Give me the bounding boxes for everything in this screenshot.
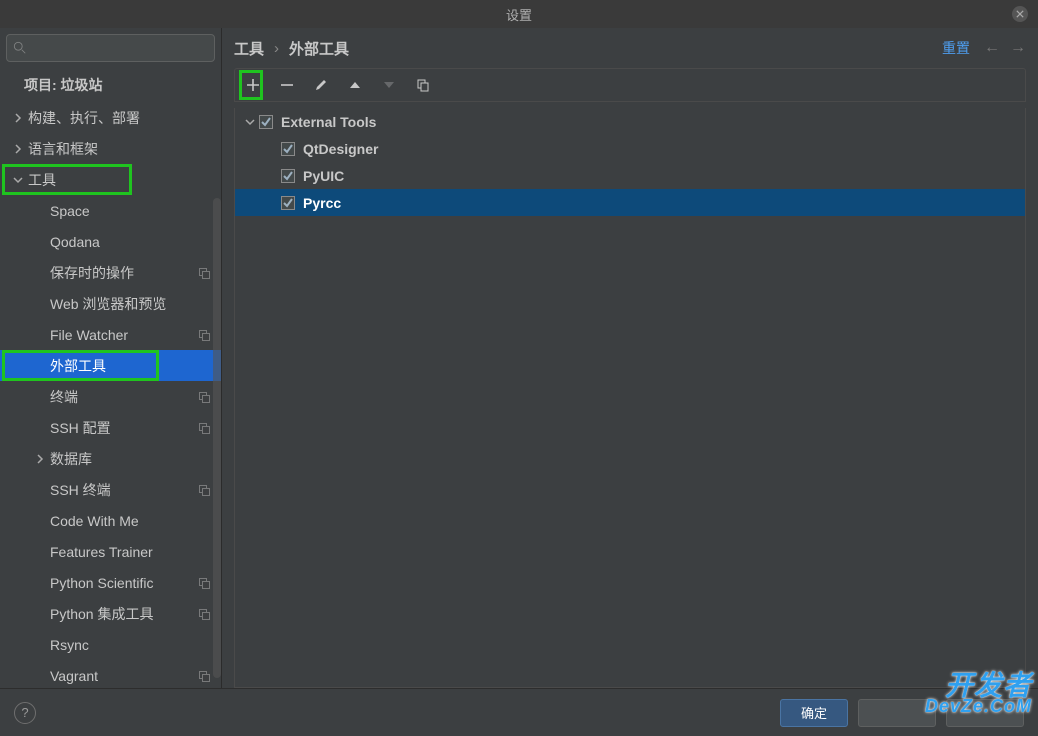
copy-button[interactable] [415,77,431,93]
sidebar-item-label: File Watcher [50,327,221,343]
settings-nav: 项目: 垃圾站 构建、执行、部署语言和框架工具 Space Qodana 保存时的操作… [0,68,221,688]
pencil-icon [314,78,328,92]
tree-item[interactable]: QtDesigner [235,135,1025,162]
move-down-button[interactable] [381,77,397,93]
external-tools-tree: External Tools QtDesigner PyUIC Pyrcc [234,108,1026,688]
project-header: 项目: 垃圾站 [0,68,221,102]
chevron-down-icon [382,78,396,92]
sidebar-item[interactable]: 终端 [0,381,221,412]
item-checkbox[interactable] [281,196,295,210]
project-scope-icon [199,578,209,588]
tree-item[interactable]: PyUIC [235,162,1025,189]
remove-button[interactable] [279,77,295,93]
sidebar-item[interactable]: 语言和框架 [0,133,221,164]
sidebar-item[interactable]: Vagrant [0,660,221,688]
sidebar-item-label: 外部工具 [50,356,221,376]
reset-link[interactable]: 重置 [942,38,970,58]
back-icon[interactable]: ← [984,39,1000,57]
sidebar-item-label: Qodana [50,234,221,250]
chevron-up-icon [348,78,362,92]
copy-icon [416,78,430,92]
chevron-right-icon[interactable] [8,144,28,154]
sidebar-item-label: 终端 [50,387,221,407]
breadcrumb-leaf: 外部工具 [289,38,349,59]
breadcrumb-sep: › [274,40,279,57]
sidebar-item[interactable]: 工具 [0,164,221,195]
project-scope-icon [199,485,209,495]
settings-sidebar: 项目: 垃圾站 构建、执行、部署语言和框架工具 Space Qodana 保存时的操作… [0,28,222,688]
sidebar-item-label: 保存时的操作 [50,263,221,283]
sidebar-item-label: 构建、执行、部署 [28,108,221,128]
tree-item-label: Pyrcc [303,195,341,211]
sidebar-item[interactable]: 数据库 [0,443,221,474]
breadcrumb: 工具 › 外部工具 [234,38,349,59]
sidebar-item[interactable]: SSH 终端 [0,474,221,505]
sidebar-item-label: 数据库 [50,449,221,469]
sidebar-item[interactable]: SSH 配置 [0,412,221,443]
settings-main: 工具 › 外部工具 重置 ← → [222,28,1038,688]
sidebar-item-label: 工具 [28,170,221,190]
sidebar-item-label: SSH 配置 [50,418,221,438]
sidebar-item[interactable]: Python Scientific [0,567,221,598]
tree-item-label: QtDesigner [303,141,378,157]
minus-icon [280,78,294,92]
project-scope-icon [199,423,209,433]
sidebar-item-label: 语言和框架 [28,139,221,159]
chevron-right-icon[interactable] [30,454,50,464]
title-bar: 设置 [0,0,1038,28]
edit-button[interactable] [313,77,329,93]
move-up-button[interactable] [347,77,363,93]
project-scope-icon [199,268,209,278]
sidebar-item[interactable]: 外部工具 [0,350,221,381]
sidebar-item[interactable]: 构建、执行、部署 [0,102,221,133]
tree-group-row[interactable]: External Tools [235,108,1025,135]
chevron-right-icon[interactable] [8,113,28,123]
sidebar-item[interactable]: Space [0,195,221,226]
close-icon[interactable] [1012,6,1028,22]
sidebar-item-label: Features Trainer [50,544,221,560]
nav-scrollbar[interactable] [213,198,221,678]
project-label: 项目: 垃圾站 [24,75,103,95]
chevron-down-icon[interactable] [8,175,28,185]
add-button[interactable] [245,77,261,93]
forward-icon[interactable]: → [1010,39,1026,57]
tree-group-label: External Tools [281,114,376,130]
sidebar-item[interactable]: File Watcher [0,319,221,350]
sidebar-item[interactable]: Code With Me [0,505,221,536]
sidebar-item-label: Python 集成工具 [50,604,221,624]
sidebar-item[interactable]: Qodana [0,226,221,257]
sidebar-item-label: Code With Me [50,513,221,529]
apply-button[interactable] [946,699,1024,727]
tree-item[interactable]: Pyrcc [235,189,1025,216]
sidebar-item[interactable]: Python 集成工具 [0,598,221,629]
sidebar-item-label: Vagrant [50,668,221,684]
tree-item-label: PyUIC [303,168,344,184]
search-input[interactable] [6,34,215,62]
sidebar-item[interactable]: Rsync [0,629,221,660]
ok-button[interactable]: 确定 [780,699,848,727]
project-scope-icon [199,609,209,619]
help-button[interactable]: ? [14,702,36,724]
sidebar-item[interactable]: Features Trainer [0,536,221,567]
sidebar-item-label: SSH 终端 [50,480,221,500]
cancel-button[interactable] [858,699,936,727]
sidebar-item-label: Python Scientific [50,575,221,591]
chevron-down-icon[interactable] [241,117,259,127]
footer: ? 确定 [0,688,1038,736]
sidebar-item-label: Web 浏览器和预览 [50,294,221,314]
project-scope-icon [199,671,209,681]
sidebar-item[interactable]: Web 浏览器和预览 [0,288,221,319]
window-title: 设置 [506,5,532,24]
sidebar-item-label: Space [50,203,221,219]
item-checkbox[interactable] [281,169,295,183]
item-checkbox[interactable] [281,142,295,156]
sidebar-item-label: Rsync [50,637,221,653]
breadcrumb-root: 工具 [234,38,264,59]
project-scope-icon [199,330,209,340]
toolbar [234,68,1026,102]
search-icon [13,41,27,55]
sidebar-item[interactable]: 保存时的操作 [0,257,221,288]
project-scope-icon [199,392,209,402]
group-checkbox[interactable] [259,115,273,129]
